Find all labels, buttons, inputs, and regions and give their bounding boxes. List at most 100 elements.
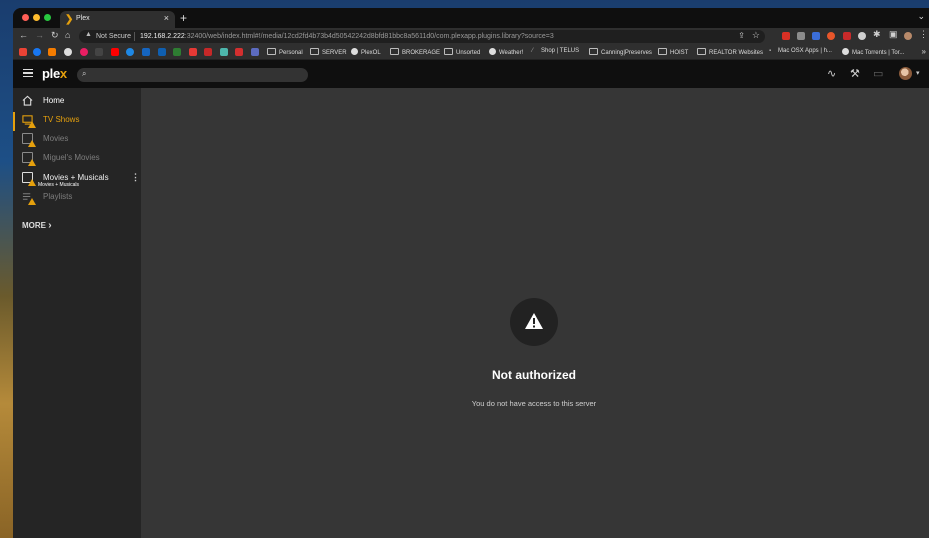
- bookmark-label: REALTOR Websites: [709, 50, 764, 56]
- menu-kebab-icon[interactable]: ⋮: [919, 29, 928, 40]
- chevron-down-icon[interactable]: ▾: [916, 69, 920, 77]
- youtube-bookmark-icon[interactable]: [111, 48, 119, 56]
- tab-strip: ❯ Plex × + ⌄: [13, 8, 929, 28]
- warning-icon: [525, 313, 543, 329]
- folder-icon: [444, 48, 453, 55]
- sidebar-item-home[interactable]: Home: [13, 93, 141, 112]
- teal-bookmark-icon[interactable]: [220, 48, 228, 56]
- maple-bookmark-icon[interactable]: [189, 48, 197, 56]
- profile-avatar-icon[interactable]: [904, 32, 912, 40]
- apple-bookmark-icon[interactable]: [95, 48, 103, 56]
- tab-title: Plex: [76, 15, 90, 22]
- pin-bookmark-icon[interactable]: [80, 48, 88, 56]
- feather-bookmark-icon[interactable]: [235, 48, 243, 56]
- globe-icon: [842, 48, 849, 55]
- bookmark-canning[interactable]: Canning|Preserves: [589, 48, 652, 56]
- green-bookmark-icon[interactable]: [173, 48, 181, 56]
- red-bookmark-icon[interactable]: [204, 48, 212, 56]
- bookmarks-overflow-icon[interactable]: »: [922, 47, 926, 56]
- folder-icon: [267, 48, 276, 55]
- warning-badge-icon: [28, 198, 36, 205]
- bookmark-shop-telus[interactable]: ⁄ Shop | TELUS: [532, 48, 579, 54]
- more-label: MORE: [22, 221, 46, 230]
- bookmark-mac-osx-apps[interactable]: ▪ Mac OSX Apps | h...: [769, 48, 832, 54]
- bookmarks-bar: Personal SERVER PlexOL BROKERAGE Unsorte…: [13, 45, 929, 60]
- bookmark-realtor[interactable]: REALTOR Websites: [697, 48, 763, 56]
- bookmark-personal[interactable]: Personal: [267, 48, 303, 56]
- forward-icon[interactable]: →: [35, 30, 44, 40]
- facebook-bookmark-icon[interactable]: [33, 48, 41, 56]
- bookmark-label: BROKERAGE: [402, 50, 441, 56]
- bookmark-label: Canning|Preserves: [601, 50, 652, 56]
- activity-icon[interactable]: ∿: [827, 67, 836, 80]
- sidebar-item-label: Miguel's Movies: [43, 153, 100, 162]
- doc-bookmark-icon[interactable]: [251, 48, 259, 56]
- sidebar-panel-icon[interactable]: ▣: [889, 29, 898, 40]
- globe-icon: [489, 48, 496, 55]
- sidebar-item-tv-shows[interactable]: TV Shows: [13, 112, 141, 131]
- bookmark-label: Mac Torrents | Tor...: [852, 50, 905, 56]
- hamburger-menu-icon[interactable]: [23, 69, 33, 78]
- orange-bookmark-icon[interactable]: [48, 48, 56, 56]
- new-tab-icon[interactable]: +: [180, 11, 187, 25]
- home-icon: [22, 95, 33, 106]
- extension-shield-icon[interactable]: [782, 32, 790, 40]
- extension-blue-icon[interactable]: [812, 32, 820, 40]
- url-text[interactable]: 192.168.2.222:32400/web/index.html#!/med…: [140, 33, 554, 40]
- extension-globe-icon[interactable]: [858, 32, 866, 40]
- warning-badge-icon: [28, 159, 36, 166]
- extension-box-icon[interactable]: [797, 32, 805, 40]
- bank-bookmark-icon[interactable]: [158, 48, 166, 56]
- bookmark-mac-torrents[interactable]: Mac Torrents | Tor...: [842, 48, 904, 56]
- more-options-icon[interactable]: ⋮: [131, 172, 140, 183]
- reload-icon[interactable]: ↻: [51, 30, 59, 41]
- sidebar-item-label: Movies: [43, 134, 69, 143]
- tab-search-chevron-icon[interactable]: ⌄: [917, 11, 925, 22]
- bookmark-plexol[interactable]: PlexOL: [351, 48, 381, 56]
- gmail-bookmark-icon[interactable]: [19, 48, 27, 56]
- more-link[interactable]: MORE ›: [22, 220, 52, 231]
- sidebar-item-movies-musicals[interactable]: Movies + Musicals Movies + Musicals ⋮: [13, 170, 141, 189]
- bookmark-hoist[interactable]: HOIST: [658, 48, 688, 56]
- bookmark-weather[interactable]: Weather!: [489, 48, 523, 56]
- bookmark-unsorted[interactable]: Unsorted: [444, 48, 480, 56]
- tab-close-icon[interactable]: ×: [164, 13, 169, 23]
- bookmark-star-icon[interactable]: ☆: [752, 30, 760, 41]
- address-bar[interactable]: ▲ Not Secure 192.168.2.222:32400/web/ind…: [79, 30, 765, 43]
- home-icon[interactable]: ⌂: [65, 30, 70, 40]
- error-title: Not authorized: [492, 368, 576, 382]
- url-host: 192.168.2.222: [140, 33, 185, 40]
- close-window-button[interactable]: [22, 14, 29, 21]
- extensions-puzzle-icon[interactable]: ✱: [873, 29, 881, 40]
- settings-wrench-icon[interactable]: ⚒: [850, 67, 860, 80]
- sidebar-item-miguels-movies[interactable]: Miguel's Movies: [13, 150, 141, 169]
- bookmark-label: HOIST: [670, 50, 689, 56]
- bookmark-brokerage[interactable]: BROKERAGE: [390, 48, 440, 56]
- plex-logo[interactable]: plex: [42, 66, 67, 81]
- extension-red-icon[interactable]: [843, 32, 851, 40]
- minimize-window-button[interactable]: [33, 14, 40, 21]
- folder-icon: [310, 48, 319, 55]
- blue-bookmark-icon[interactable]: [142, 48, 150, 56]
- share-icon[interactable]: ⇪: [738, 31, 745, 40]
- logo-accent: x: [59, 66, 67, 81]
- cast-icon[interactable]: ▭: [873, 67, 883, 80]
- folder-icon: [589, 48, 598, 55]
- circle-bookmark-icon[interactable]: [126, 48, 134, 56]
- bookmark-label: Unsorted: [456, 50, 481, 56]
- bookmark-label: Mac OSX Apps | h...: [778, 48, 832, 54]
- sidebar-item-movies[interactable]: Movies: [13, 131, 141, 150]
- search-input[interactable]: ⌕: [77, 68, 308, 82]
- tab-plex[interactable]: ❯ Plex ×: [60, 11, 175, 28]
- main-content: Not authorized You do not have access to…: [141, 88, 929, 538]
- not-secure-label[interactable]: Not Secure: [96, 33, 131, 40]
- sidebar-item-playlists[interactable]: Playlists: [13, 189, 141, 208]
- bookmark-server[interactable]: SERVER: [310, 48, 347, 56]
- extension-orange-icon[interactable]: [827, 32, 835, 40]
- globe-bookmark-icon[interactable]: [64, 48, 72, 56]
- back-icon[interactable]: ←: [19, 30, 28, 40]
- warning-badge-icon: [28, 121, 36, 128]
- error-message: You do not have access to this server: [471, 399, 597, 408]
- maximize-window-button[interactable]: [44, 14, 51, 21]
- user-avatar[interactable]: [899, 67, 912, 80]
